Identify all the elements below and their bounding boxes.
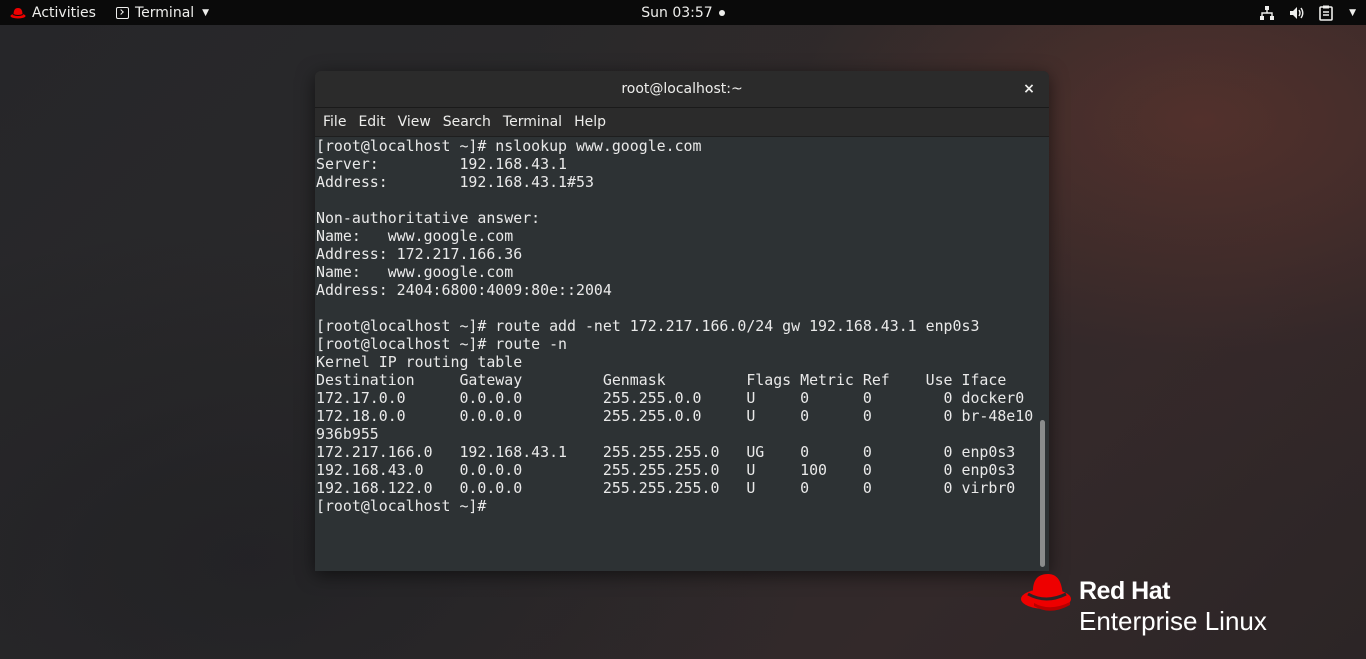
terminal-line: Destination Gateway Genmask Flags Metric… <box>316 371 1007 389</box>
terminal-line: 192.168.122.0 0.0.0.0 255.255.255.0 U 0 … <box>316 479 1016 497</box>
terminal-window: root@localhost:~ × File Edit View Search… <box>315 71 1049 571</box>
terminal-line: [root@localhost ~]# route add -net 172.2… <box>316 317 980 335</box>
terminal-line: Server: 192.168.43.1 <box>316 155 568 173</box>
menu-bar: File Edit View Search Terminal Help <box>315 108 1049 137</box>
window-titlebar[interactable]: root@localhost:~ × <box>315 71 1049 108</box>
chevron-down-icon: ▼ <box>1349 7 1356 18</box>
app-menu-button[interactable]: Terminal ▼ <box>116 0 209 25</box>
menu-search[interactable]: Search <box>437 108 497 136</box>
redhat-icon <box>10 7 26 18</box>
window-title: root@localhost:~ <box>621 81 743 97</box>
redhat-logo-icon <box>1021 574 1071 611</box>
menu-file[interactable]: File <box>317 108 352 136</box>
terminal-line: Non-authoritative answer: <box>316 209 541 227</box>
terminal-line: [root@localhost ~]# route -n <box>316 335 568 353</box>
scrollbar-thumb[interactable] <box>1040 420 1045 567</box>
clock[interactable]: Sun 03:57 <box>641 5 712 21</box>
terminal-text: [root@localhost ~]# nslookup www.google.… <box>316 137 1033 515</box>
terminal-line: 172.17.0.0 0.0.0.0 255.255.0.0 U 0 0 0 d… <box>316 389 1025 407</box>
redhat-enterprise-linux-logo: Red Hat Enterprise Linux <box>1020 572 1290 642</box>
clipboard-icon <box>1319 5 1333 21</box>
system-status-menu[interactable]: ▼ <box>1259 0 1356 25</box>
close-icon: × <box>1023 81 1035 97</box>
terminal-line: Address: 192.168.43.1#53 <box>316 173 594 191</box>
terminal-icon <box>116 6 129 19</box>
menu-terminal[interactable]: Terminal <box>497 108 568 136</box>
terminal-line: Address: 2404:6800:4009:80e::2004 <box>316 281 612 299</box>
terminal-line: 936b955 <box>316 425 379 443</box>
activities-button[interactable]: Activities <box>10 0 96 25</box>
notification-dot-icon <box>718 9 725 16</box>
top-bar: Activities Terminal ▼ Sun 03:57 ▼ <box>0 0 1366 25</box>
terminal-line: Kernel IP routing table <box>316 353 523 371</box>
chevron-down-icon: ▼ <box>202 7 210 18</box>
logo-subtitle: Enterprise Linux <box>1079 606 1267 636</box>
terminal-line: Name: www.google.com <box>316 227 514 245</box>
activities-label: Activities <box>32 4 96 21</box>
terminal-line: Address: 172.217.166.36 <box>316 245 523 263</box>
network-icon <box>1260 5 1275 20</box>
menu-view[interactable]: View <box>392 108 437 136</box>
terminal-line: [root@localhost ~]# nslookup www.google.… <box>316 137 702 155</box>
terminal-line: Name: www.google.com <box>316 263 514 281</box>
terminal-line: 172.18.0.0 0.0.0.0 255.255.0.0 U 0 0 0 b… <box>316 407 1034 425</box>
terminal-line: 192.168.43.0 0.0.0.0 255.255.255.0 U 100… <box>316 461 1016 479</box>
terminal-line: 172.217.166.0 192.168.43.1 255.255.255.0… <box>316 443 1016 461</box>
terminal-output[interactable]: [root@localhost ~]# nslookup www.google.… <box>315 137 1049 571</box>
logo-title: Red Hat <box>1079 577 1170 605</box>
menu-help[interactable]: Help <box>568 108 612 136</box>
close-button[interactable]: × <box>1019 79 1039 99</box>
volume-icon <box>1290 6 1304 19</box>
menu-edit[interactable]: Edit <box>352 108 391 136</box>
terminal-line: [root@localhost ~]# <box>316 497 487 515</box>
app-menu-label: Terminal <box>135 4 195 21</box>
